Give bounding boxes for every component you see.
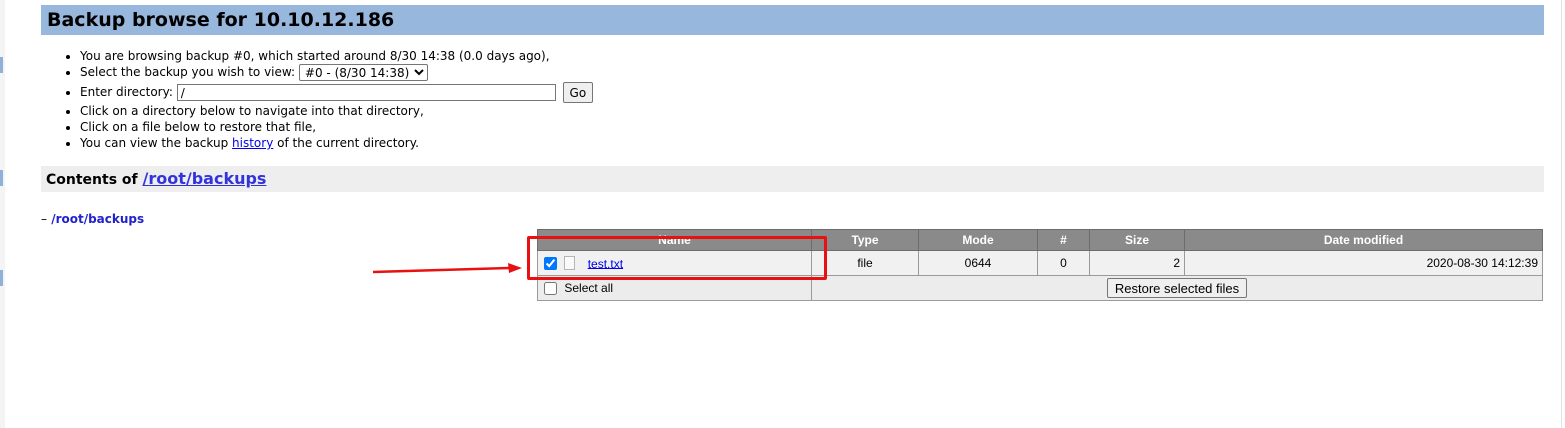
left-edge-marker	[0, 270, 3, 286]
go-button[interactable]: Go	[562, 82, 594, 103]
directory-label: Enter directory:	[80, 85, 173, 99]
cell-date: 2020-08-30 14:12:39	[1184, 250, 1543, 276]
cell-type: file	[811, 250, 919, 276]
select-all-label[interactable]: Select all	[564, 281, 613, 295]
info-item-browsing: You are browsing backup #0, which starte…	[80, 48, 780, 64]
contents-path-link[interactable]: /root/backups	[143, 169, 267, 188]
right-edge-line	[1561, 0, 1562, 428]
info-item-click-file: Click on a file below to restore that fi…	[80, 119, 780, 135]
info-item-history: You can view the backup history of the c…	[80, 135, 780, 151]
backup-select[interactable]: #0 - (8/30 14:38)	[298, 64, 428, 81]
directory-tree: – /root/backups	[41, 212, 144, 226]
cell-num: 0	[1037, 250, 1090, 276]
info-item-click-dir: Click on a directory below to navigate i…	[80, 103, 780, 119]
col-header-size[interactable]: Size	[1089, 229, 1185, 251]
tree-item-root-backups[interactable]: /root/backups	[51, 212, 144, 226]
restore-selected-button[interactable]: Restore selected files	[1106, 278, 1248, 298]
contents-header: Contents of /root/backups	[41, 166, 1544, 192]
cell-mode: 0644	[918, 250, 1038, 276]
info-item-select: Select the backup you wish to view: #0 -…	[80, 64, 780, 83]
col-header-type[interactable]: Type	[811, 229, 919, 251]
click-dir-text: Click on a directory below to navigate i…	[80, 104, 424, 118]
select-all-checkbox[interactable]	[544, 282, 557, 296]
col-header-mode[interactable]: Mode	[918, 229, 1038, 251]
history-suffix: of the current directory.	[277, 136, 419, 150]
left-edge-marker	[0, 170, 3, 186]
annotation-highlight-box	[527, 236, 827, 280]
cell-size: 2	[1089, 250, 1185, 276]
annotation-arrow-icon	[372, 263, 522, 274]
info-item-directory: Enter directory: Go	[80, 82, 780, 103]
click-file-text: Click on a file below to restore that fi…	[80, 120, 317, 134]
tree-collapse-icon[interactable]: –	[41, 212, 47, 226]
contents-label: Contents of	[46, 172, 138, 188]
page-title: Backup browse for 10.10.12.186	[41, 5, 1544, 35]
col-header-num[interactable]: #	[1037, 229, 1090, 251]
col-header-date[interactable]: Date modified	[1184, 229, 1543, 251]
select-label: Select the backup you wish to view:	[80, 65, 296, 79]
restore-cell: Restore selected files	[811, 275, 1543, 301]
history-link[interactable]: history	[232, 136, 273, 150]
history-prefix: You can view the backup	[80, 136, 229, 150]
browsing-text: You are browsing backup #0, which starte…	[80, 49, 550, 63]
left-edge-marker	[0, 57, 3, 73]
directory-input[interactable]	[176, 84, 556, 101]
info-list: You are browsing backup #0, which starte…	[41, 48, 780, 151]
